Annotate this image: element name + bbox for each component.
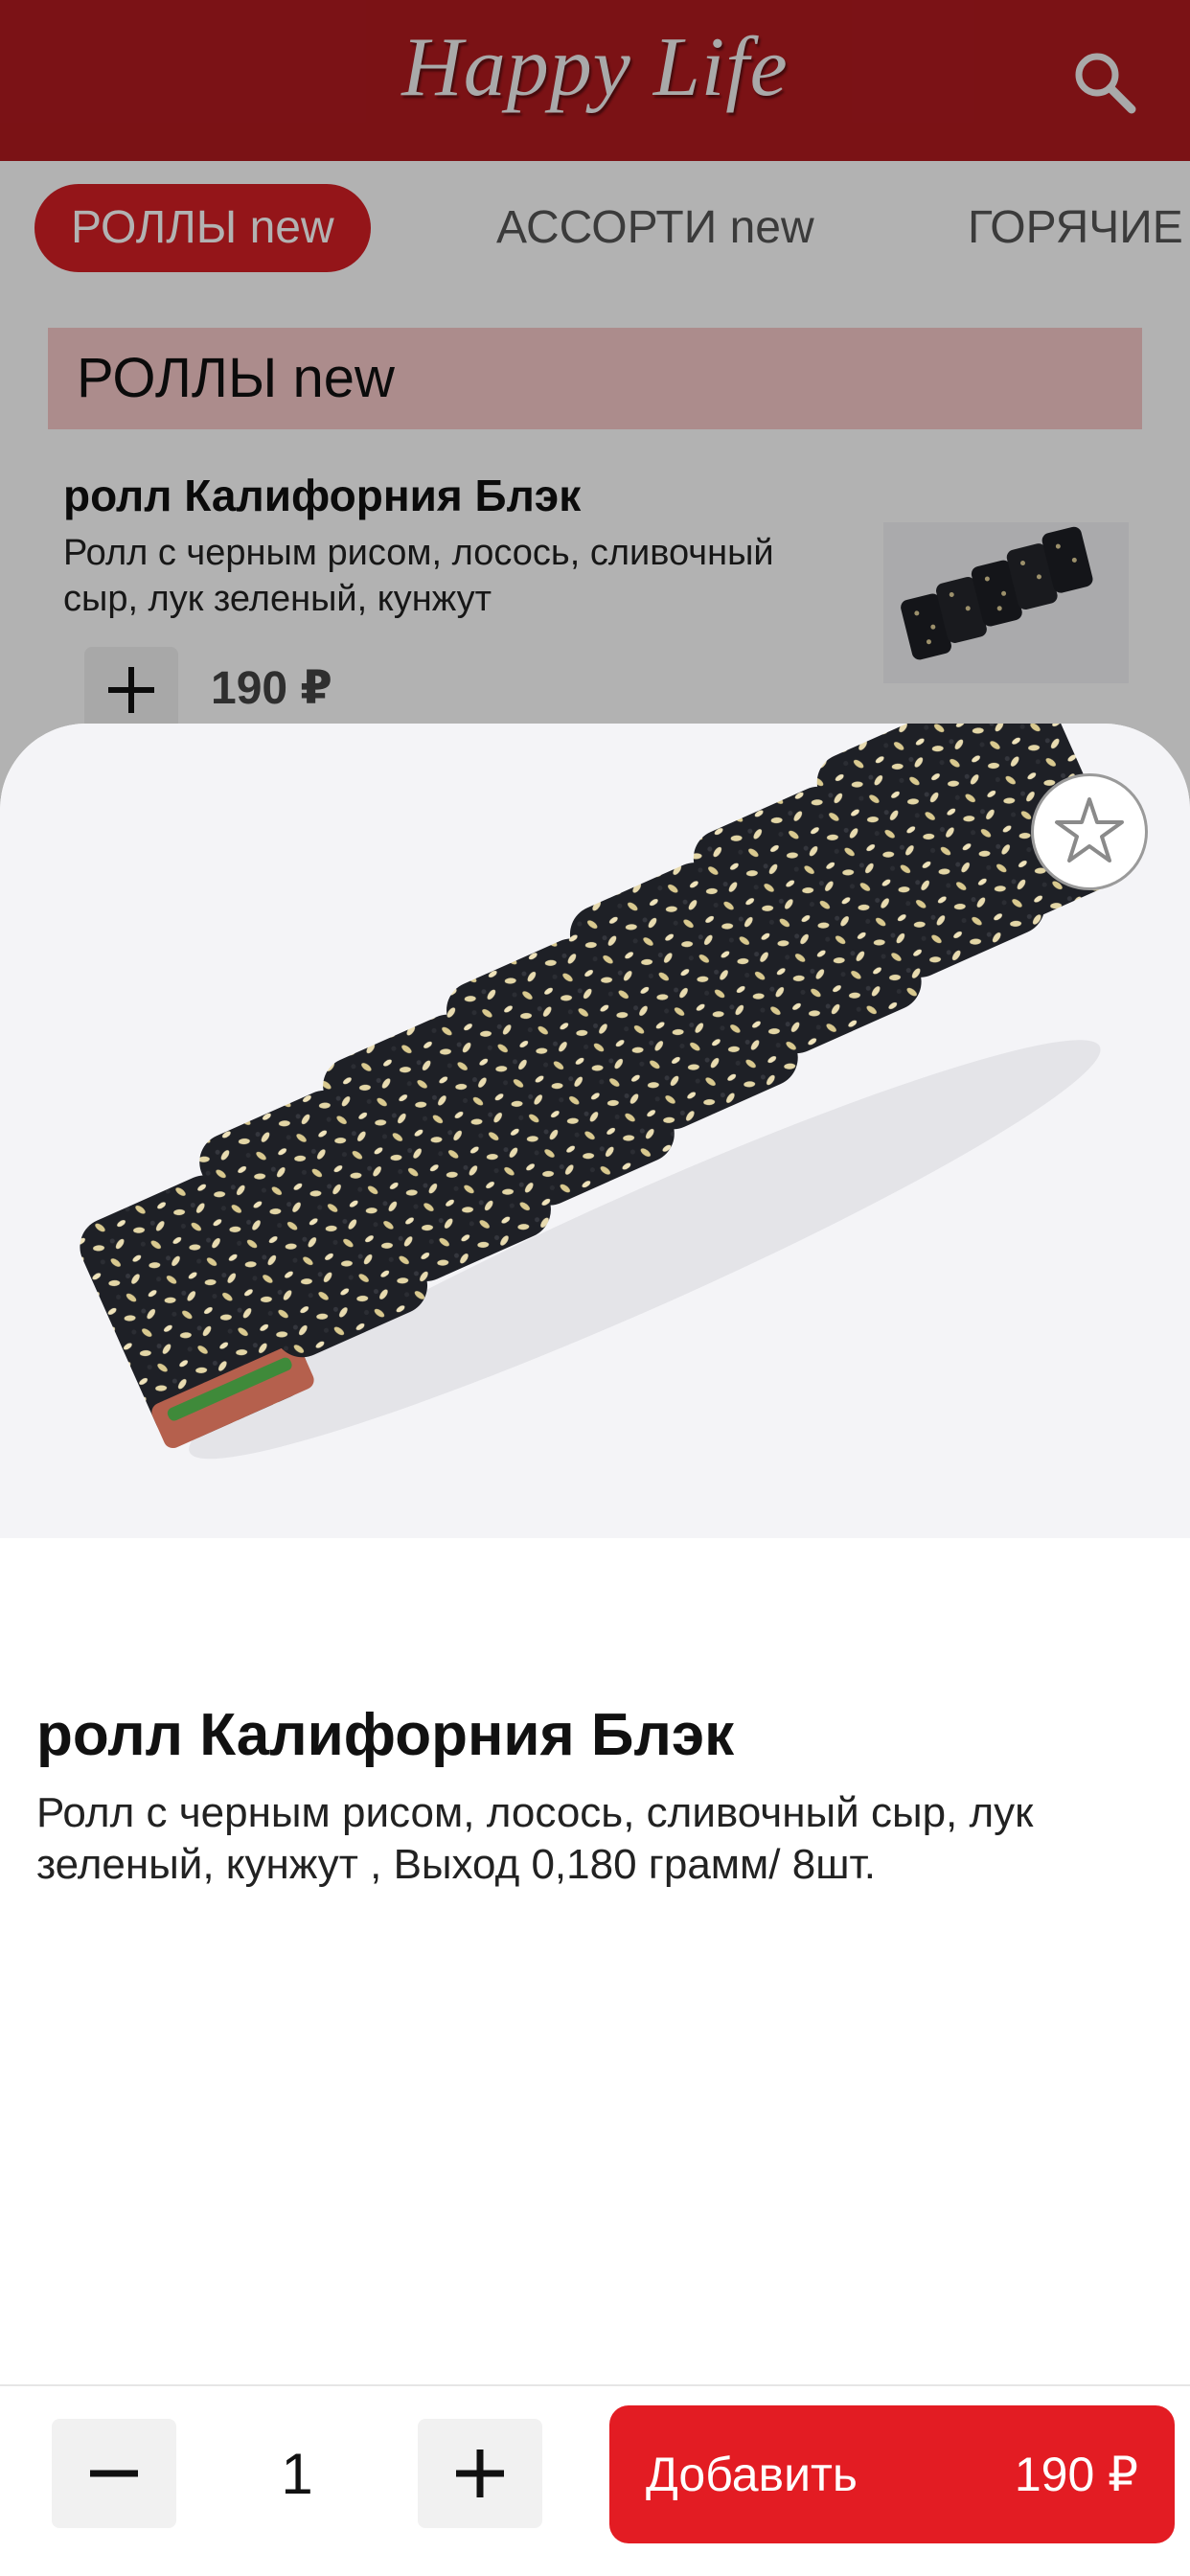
star-icon: [1055, 797, 1124, 862]
product-description: Ролл с черным рисом, лосось, сливочный с…: [36, 1789, 1034, 1888]
minus-icon: [90, 2470, 138, 2477]
add-to-cart-price: 190 ₽: [1014, 2448, 1138, 2501]
quantity-value: 1: [281, 2442, 313, 2506]
add-to-cart-label: Добавить: [646, 2448, 858, 2501]
favorite-button[interactable]: [1031, 773, 1148, 890]
product-photo: [0, 724, 1190, 1538]
add-to-cart-button[interactable]: Добавить 190 ₽: [609, 2405, 1175, 2543]
cart-bar: 1 Добавить 190 ₽: [0, 2384, 1190, 2576]
plus-icon: [456, 2450, 504, 2497]
increment-button[interactable]: [418, 2419, 542, 2528]
decrement-button[interactable]: [52, 2419, 176, 2528]
product-detail-sheet: ролл Калифорния Блэк Ролл с черным рисом…: [0, 724, 1190, 2576]
product-name: ролл Калифорния Блэк: [36, 1702, 735, 1768]
